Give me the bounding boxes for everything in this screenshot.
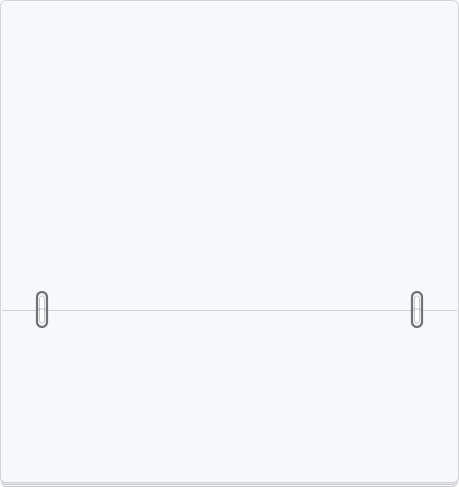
notepad-sheet[interactable] [0,0,459,483]
page-fold-line [2,310,457,311]
binder-ring-icon [35,291,49,328]
upper-page-area[interactable] [11,11,448,291]
binder-ring-icon [410,291,424,328]
notepad [0,0,459,487]
lower-page-area[interactable] [11,321,448,471]
